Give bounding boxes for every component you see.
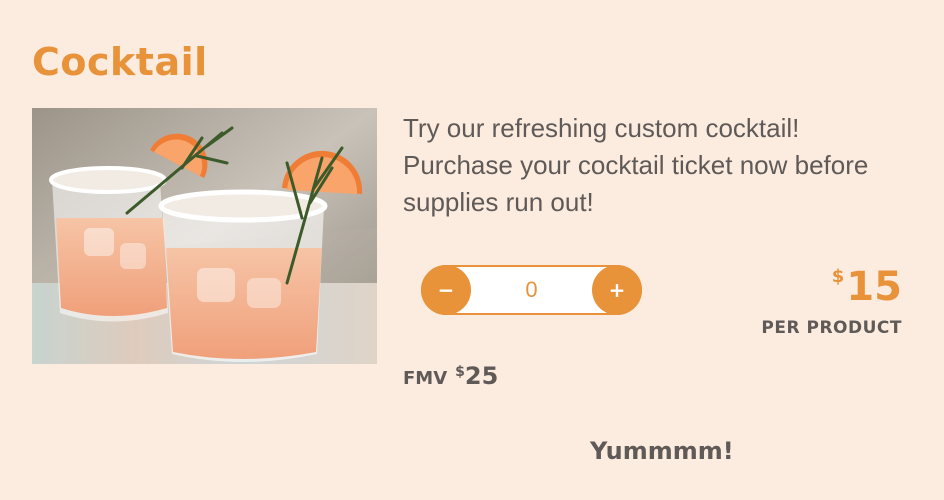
quantity-stepper[interactable]: − 0 + [421, 265, 642, 315]
fmv-label: FMV [403, 368, 448, 389]
price-amount: 15 [846, 264, 902, 310]
increment-button[interactable]: + [592, 265, 642, 315]
quantity-value[interactable]: 0 [483, 267, 580, 313]
tagline: Yummmm! [590, 437, 734, 465]
price-currency: $ [831, 266, 845, 287]
unit-price: $15 [832, 262, 902, 312]
price-unit-label: PER PRODUCT [761, 318, 902, 338]
product-title: Cocktail [32, 40, 208, 84]
product-description: Try our refreshing custom cocktail! Purc… [403, 113, 869, 217]
fair-market-value: FMV $25 [403, 362, 498, 390]
fmv-amount: 25 [464, 362, 499, 390]
fmv-currency: $ [455, 364, 465, 380]
cocktail-photo [32, 108, 377, 364]
decrement-button[interactable]: − [421, 265, 471, 315]
